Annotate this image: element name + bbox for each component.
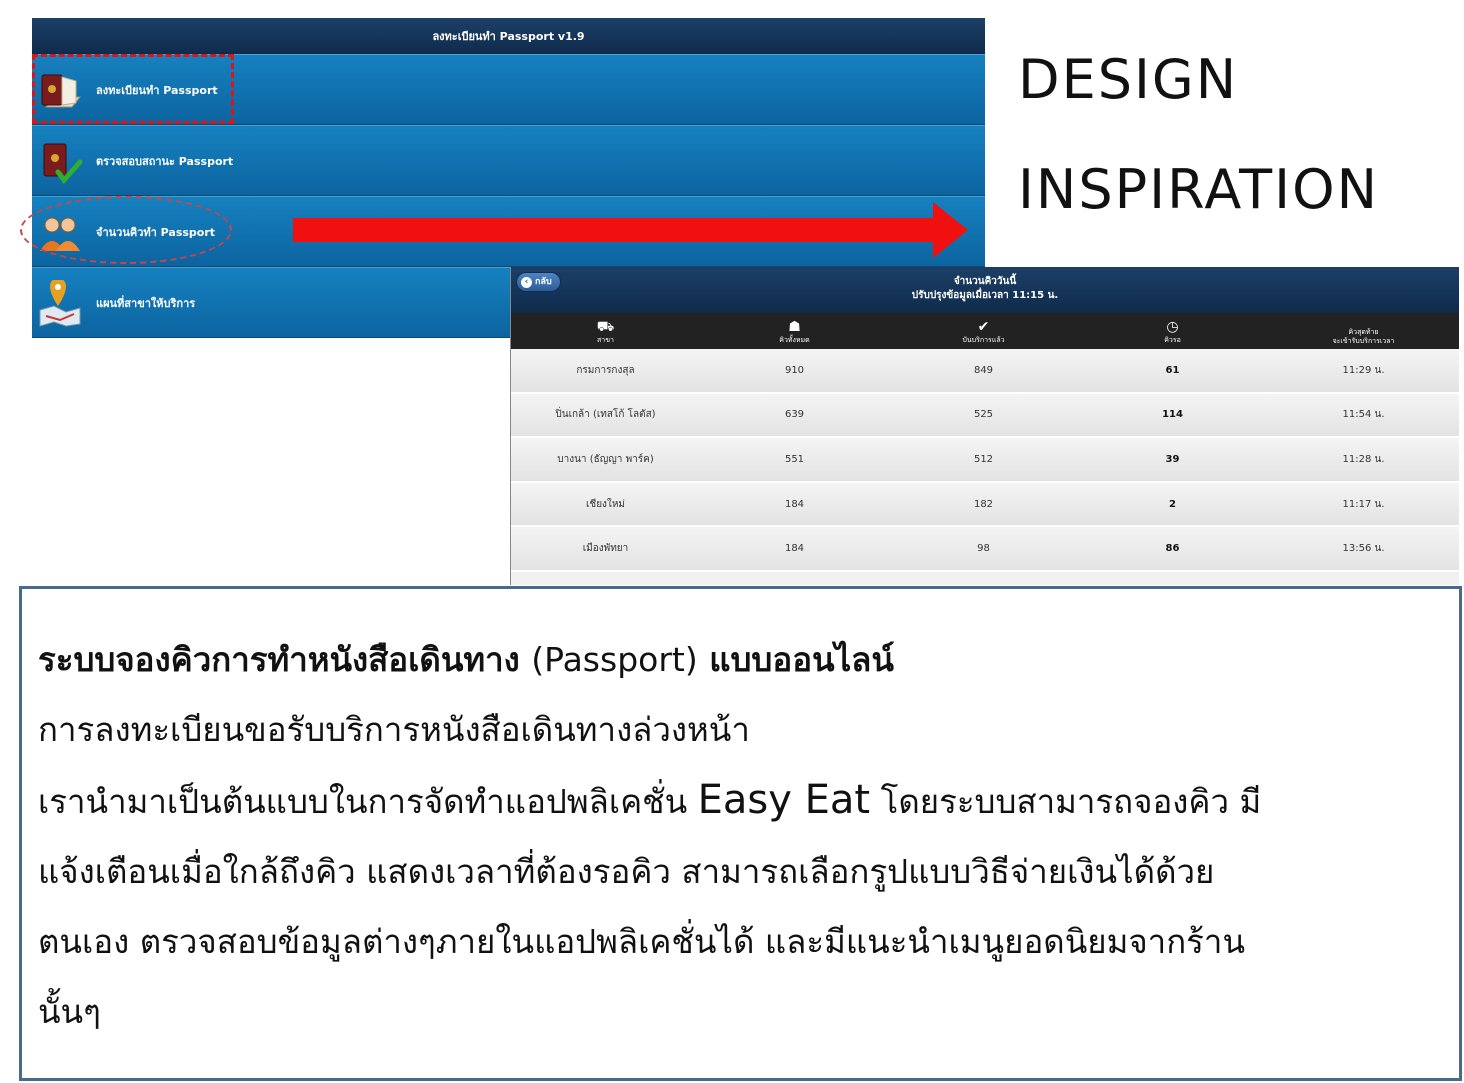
queue-title-bar: ‹ กลับ จำนวนคิววันนี้ ปรับปรุงข้อมูลเมื่… — [511, 267, 1459, 313]
passport-check-icon — [43, 143, 83, 184]
table-row[interactable]: เมืองพัทยา 184 98 86 13:56 น. — [511, 527, 1459, 572]
column-header-branch[interactable]: ⛟ สาขา — [511, 313, 700, 349]
cell-branch: เชียงใหม่ — [585, 498, 625, 510]
cell-last-time: 11:29 น. — [1342, 364, 1385, 376]
brand-name: Easy Eat — [697, 777, 871, 823]
cell-served: 525 — [973, 409, 994, 421]
table-row[interactable]: เชียงใหม่ 184 182 2 11:17 น. — [511, 482, 1459, 528]
column-header-total[interactable]: ☗ คิวทั้งหมด — [700, 313, 889, 349]
cell-branch: กรมการกงสุล — [576, 364, 635, 376]
cell-waiting: 39 — [1165, 453, 1180, 465]
cell-served: 182 — [973, 498, 994, 510]
cell-branch: บางนา (ธัญญา พาร์ค) — [557, 453, 654, 465]
column-header-waiting[interactable]: ◷ คิวรอ — [1078, 313, 1267, 349]
menu-item-label: ตรวจสอบสถานะ Passport — [96, 154, 234, 168]
red-arrow-icon — [293, 202, 968, 258]
cell-waiting: 2 — [1169, 498, 1176, 510]
cell-last-time: 13:56 น. — [1342, 543, 1385, 555]
description-line: เรานำมาเป็นต้นแบบในการจัดทำแอปพลิเคชั่น … — [38, 777, 1262, 823]
menu-item-label: แผนที่สาขาให้บริการ — [96, 296, 196, 310]
cell-served: 98 — [977, 543, 990, 555]
cell-last-time: 11:54 น. — [1342, 409, 1385, 421]
user-check-icon: ✔ — [977, 319, 990, 335]
cell-last-time: 11:28 น. — [1342, 453, 1385, 465]
cell-waiting: 86 — [1165, 543, 1180, 555]
cell-total: 639 — [784, 409, 805, 421]
menu-item-status[interactable]: ตรวจสอบสถานะ Passport — [32, 125, 985, 196]
description-line: แจ้งเตือนเมื่อใกล้ถึงคิว แสดงเวลาที่ต้อง… — [38, 852, 1215, 891]
description-box: ระบบจองคิวการทำหนังสือเดินทาง (Passport)… — [19, 586, 1462, 1081]
cell-waiting: 114 — [1162, 409, 1183, 421]
register-highlight-box — [32, 54, 234, 124]
cell-branch: ปิ่นเกล้า (เทสโก้ โลตัส) — [555, 409, 656, 421]
menu-title: ลงทะเบียนทำ Passport v1.9 — [432, 30, 585, 43]
table-header: ⛟ สาขา ☗ คิวทั้งหมด ✔ บันบริการแล้ว ◷ คิ… — [511, 313, 1459, 349]
queue-table-screenshot: ‹ กลับ จำนวนคิววันนี้ ปรับปรุงข้อมูลเมื่… — [510, 267, 1459, 585]
back-button-label: กลับ — [535, 277, 552, 287]
description-line: ตนเอง ตรวจสอบข้อมูลต่างๆภายในแอปพลิเคชั่… — [38, 922, 1245, 961]
cell-total: 910 — [784, 364, 805, 376]
menu-title-bar: ลงทะเบียนทำ Passport v1.9 — [32, 18, 985, 54]
back-button[interactable]: ‹ กลับ — [516, 272, 561, 292]
description-headline: ระบบจองคิวการทำหนังสือเดินทาง (Passport)… — [38, 640, 894, 679]
description-line: นั้นๆ — [38, 992, 101, 1031]
clock-icon: ◷ — [1166, 319, 1179, 335]
cell-served: 512 — [973, 453, 994, 465]
branch-icon: ⛟ — [596, 319, 615, 335]
inspiration-heading: INSPIRATION — [1018, 158, 1379, 221]
cell-total: 551 — [784, 453, 805, 465]
queue-highlight-ellipse — [20, 196, 232, 264]
cell-served: 849 — [973, 364, 994, 376]
column-header-last-time[interactable]: คิวสุดท้าย จะเข้ารับบริการเวลา — [1267, 313, 1459, 349]
cell-branch: เมืองพัทยา — [582, 543, 629, 555]
table-row[interactable]: กรมการกงสุล 910 849 61 11:29 น. — [511, 349, 1459, 394]
cell-total: 184 — [784, 498, 805, 510]
description-line: การลงทะเบียนขอรับบริการหนังสือเดินทางล่ว… — [38, 710, 750, 749]
cell-last-time: 11:17 น. — [1342, 498, 1385, 510]
queue-title: จำนวนคิววันนี้ — [953, 276, 1017, 287]
cell-total: 184 — [784, 543, 805, 555]
column-header-served[interactable]: ✔ บันบริการแล้ว — [889, 313, 1078, 349]
design-heading: DESIGN — [1018, 48, 1239, 111]
table-row[interactable]: บางนา (ธัญญา พาร์ค) 551 512 39 11:28 น. — [511, 438, 1459, 483]
group-icon: ☗ — [788, 319, 801, 335]
table-row[interactable]: ปิ่นเกล้า (เทสโก้ โลตัส) 639 525 114 11:… — [511, 393, 1459, 439]
cell-waiting: 61 — [1165, 364, 1180, 376]
map-pin-icon — [39, 280, 81, 327]
back-arrow-icon: ‹ — [521, 276, 532, 288]
queue-subtitle: ปรับปรุงข้อมูลเมื่อเวลา 11:15 น. — [911, 290, 1059, 301]
